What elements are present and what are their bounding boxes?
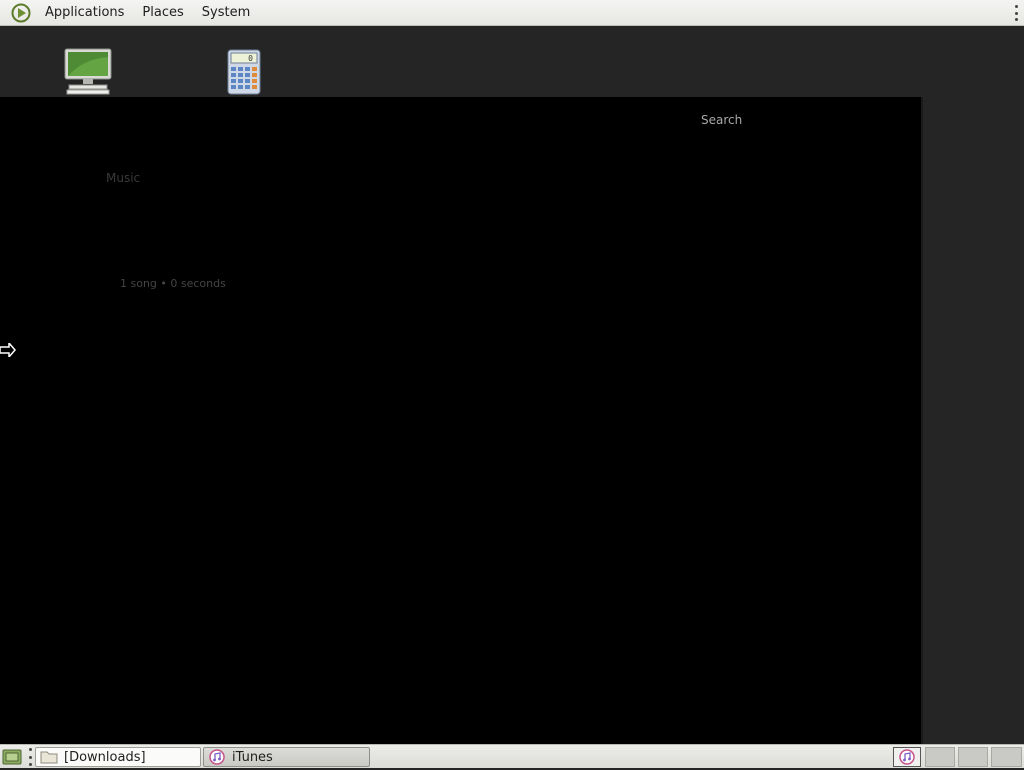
- calculator-icon[interactable]: 0: [226, 48, 262, 96]
- task-label: [Downloads]: [64, 749, 146, 765]
- menu-places[interactable]: Places: [133, 0, 192, 26]
- workspace-1[interactable]: [925, 747, 955, 767]
- tray-itunes-icon[interactable]: [893, 747, 921, 767]
- panel-handle[interactable]: [1014, 5, 1018, 21]
- mouse-pointer-icon: [0, 343, 16, 357]
- workspace-3[interactable]: [991, 747, 1022, 767]
- taskbar-handle[interactable]: [28, 748, 32, 766]
- task-downloads[interactable]: [Downloads]: [35, 747, 201, 767]
- itunes-window[interactable]: Search Music 1 song • 0 seconds: [0, 97, 921, 744]
- computer-icon[interactable]: [62, 46, 114, 96]
- svg-text:0: 0: [248, 54, 253, 63]
- distro-logo-icon[interactable]: [10, 2, 32, 24]
- task-label: iTunes: [232, 749, 273, 765]
- bottom-panel: [Downloads] iTunes: [0, 744, 1024, 768]
- menu-applications[interactable]: Applications: [36, 0, 133, 26]
- task-itunes[interactable]: iTunes: [203, 747, 370, 767]
- top-panel: Applications Places System: [0, 0, 1024, 26]
- itunes-icon: [208, 749, 226, 765]
- search-field[interactable]: Search: [701, 113, 742, 127]
- workspace-2[interactable]: [958, 747, 988, 767]
- song-summary: 1 song • 0 seconds: [120, 277, 226, 290]
- section-title: Music: [106, 171, 141, 185]
- menu-system[interactable]: System: [193, 0, 259, 26]
- show-desktop-icon[interactable]: [2, 748, 22, 766]
- folder-icon: [40, 749, 58, 765]
